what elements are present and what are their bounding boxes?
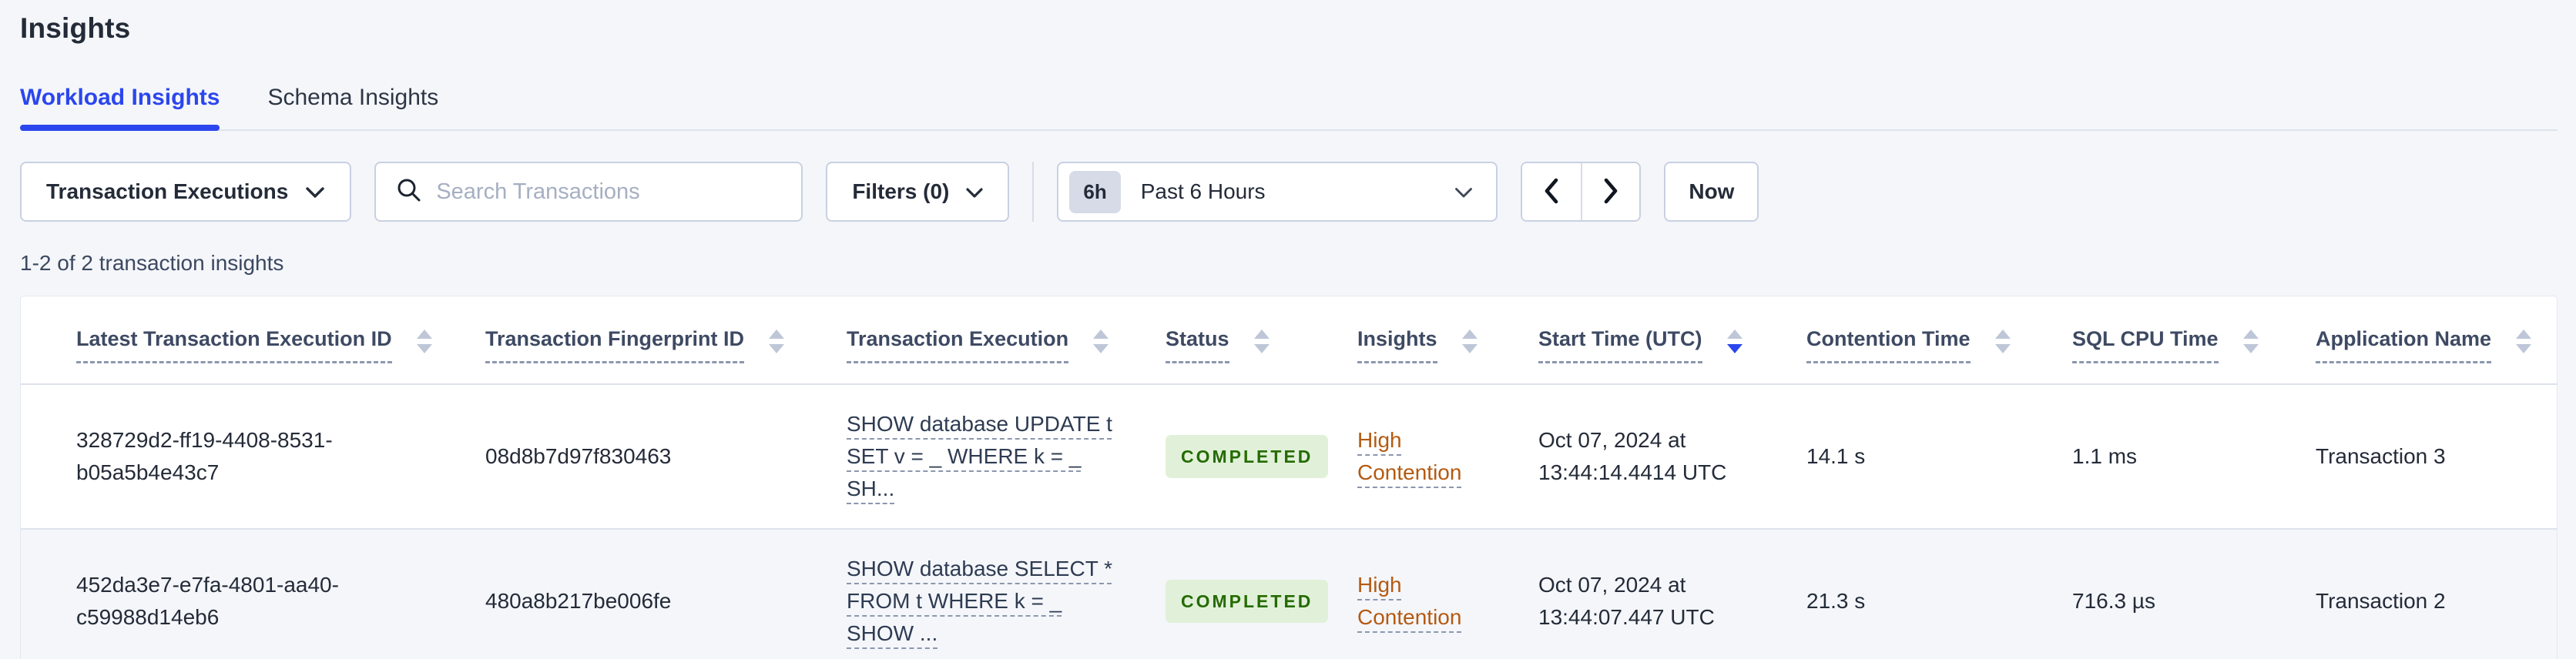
tab-schema-insights[interactable]: Schema Insights <box>267 85 438 129</box>
table-header-row: Latest Transaction Execution ID Transact… <box>21 296 2557 385</box>
column-header-sql-cpu-time: SQL CPU Time <box>2045 296 2289 384</box>
time-prev-button[interactable] <box>1522 163 1581 220</box>
search-input[interactable] <box>436 179 782 205</box>
insight-type-dropdown[interactable]: Transaction Executions <box>20 162 352 222</box>
execution-id-cell: 452da3e7-e7fa-4801-aa40-c59988d14eb6 <box>76 573 339 630</box>
sql-cpu-time-cell: 716.3 µs <box>2072 589 2155 614</box>
chevron-down-icon <box>1454 179 1473 204</box>
high-contention-link[interactable]: High Contention <box>1357 428 1461 484</box>
sql-cpu-time-cell: 1.1 ms <box>2072 444 2138 469</box>
transaction-execution-link[interactable]: SHOW database SELECT * FROM t WHERE k = … <box>847 557 1112 645</box>
contention-time-cell: 21.3 s <box>1806 589 1866 614</box>
tab-bar: Workload Insights Schema Insights <box>20 85 2558 131</box>
column-header-transaction-execution: Transaction Execution <box>820 296 1139 384</box>
table-row: 328729d2-ff19-4408-8531-b05a5b4e43c7 08d… <box>21 384 2557 530</box>
time-range-label: Past 6 Hours <box>1140 179 1266 203</box>
sort-icon[interactable] <box>416 330 432 353</box>
insight-type-label: Transaction Executions <box>46 179 289 203</box>
time-step-buttons <box>1521 162 1642 222</box>
search-box[interactable] <box>374 162 803 222</box>
filters-label: Filters (0) <box>852 179 950 203</box>
results-summary: 1-2 of 2 transaction insights <box>20 251 284 275</box>
page-title: Insights <box>20 12 131 44</box>
column-header-status: Status <box>1139 296 1330 384</box>
column-header-insights: Insights <box>1330 296 1511 384</box>
sort-icon[interactable] <box>1253 330 1270 353</box>
status-badge: COMPLETED <box>1166 579 1329 624</box>
sort-icon[interactable] <box>769 330 785 353</box>
transaction-execution-link[interactable]: SHOW database UPDATE t SET v = _ WHERE k… <box>847 412 1112 500</box>
controls-bar: Transaction Executions Filters (0) 6h Pa… <box>20 162 2558 222</box>
time-range-picker[interactable]: 6h Past 6 Hours <box>1057 162 1498 222</box>
insights-page: Insights Workload Insights Schema Insigh… <box>0 12 2576 659</box>
application-name-cell: Transaction 3 <box>2316 444 2446 469</box>
insights-table-card: Latest Transaction Execution ID Transact… <box>20 296 2558 659</box>
status-badge: COMPLETED <box>1166 434 1329 479</box>
column-header-latest-execution-id: Latest Transaction Execution ID <box>21 296 458 384</box>
column-header-fingerprint-id: Transaction Fingerprint ID <box>458 296 820 384</box>
column-header-contention-time: Contention Time <box>1779 296 2045 384</box>
time-range-badge: 6h <box>1069 170 1121 213</box>
time-next-button[interactable] <box>1581 163 1640 220</box>
transaction-insights-table: Latest Transaction Execution ID Transact… <box>21 296 2557 659</box>
chevron-down-icon <box>305 179 325 204</box>
now-button[interactable]: Now <box>1664 162 1759 222</box>
application-name-cell: Transaction 2 <box>2316 589 2446 614</box>
start-time-cell: Oct 07, 2024 at 13:44:14.4414 UTC <box>1538 428 1727 485</box>
sort-icon[interactable] <box>1994 330 2011 353</box>
chevron-left-icon <box>1544 178 1559 206</box>
chevron-right-icon <box>1603 178 1618 206</box>
controls-divider <box>1032 162 1035 222</box>
chevron-down-icon <box>966 179 983 204</box>
column-header-start-time: Start Time (UTC) <box>1511 296 1779 384</box>
sort-icon[interactable] <box>1461 330 1478 353</box>
search-icon <box>396 177 422 207</box>
fingerprint-id-cell: 08d8b7d97f830463 <box>485 444 672 469</box>
contention-time-cell: 14.1 s <box>1806 444 1866 469</box>
table-row: 452da3e7-e7fa-4801-aa40-c59988d14eb6 480… <box>21 529 2557 659</box>
sort-icon[interactable] <box>1093 330 1109 353</box>
filters-button[interactable]: Filters (0) <box>826 162 1010 222</box>
high-contention-link[interactable]: High Contention <box>1357 573 1461 629</box>
execution-id-cell: 328729d2-ff19-4408-8531-b05a5b4e43c7 <box>76 428 333 485</box>
fingerprint-id-cell: 480a8b217be006fe <box>485 589 672 614</box>
column-header-application-name: Application Name <box>2289 296 2557 384</box>
sort-icon[interactable] <box>2242 330 2259 353</box>
sort-icon[interactable] <box>2516 330 2532 353</box>
start-time-cell: Oct 07, 2024 at 13:44:07.447 UTC <box>1538 573 1715 630</box>
tab-workload-insights[interactable]: Workload Insights <box>20 85 220 131</box>
sort-desc-icon[interactable] <box>1726 330 1742 353</box>
